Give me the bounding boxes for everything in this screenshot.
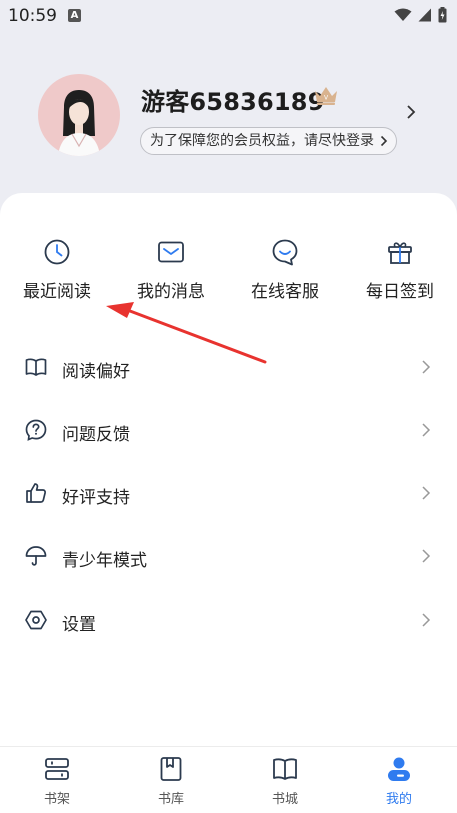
chevron-right-icon xyxy=(422,360,431,374)
gift-icon xyxy=(388,242,412,264)
question-icon xyxy=(25,419,47,441)
mail-icon xyxy=(158,241,184,263)
menu-feedback[interactable]: 问题反馈 xyxy=(0,406,457,456)
chevron-right-icon xyxy=(422,486,431,500)
quick-daily-checkin[interactable]: 每日签到 xyxy=(345,237,455,302)
menu-rating-support[interactable]: 好评支持 xyxy=(0,469,457,519)
username: 游客65836189 xyxy=(141,88,325,116)
menu-label: 阅读偏好 xyxy=(62,362,130,382)
status-bar: 10:59 A xyxy=(0,0,457,34)
battery-icon xyxy=(438,7,447,23)
shelf-icon xyxy=(45,758,69,780)
umbrella-icon xyxy=(25,546,47,566)
settings-icon xyxy=(25,610,47,630)
tab-label: 书架 xyxy=(43,792,70,807)
clock-icon xyxy=(44,239,70,265)
menu-teen-mode[interactable]: 青少年模式 xyxy=(0,532,457,582)
profile-header[interactable]: 游客65836189 V 为了保障您的会员权益，请尽快登录 xyxy=(0,60,457,190)
tab-bookstore[interactable]: 书城 xyxy=(245,755,325,807)
login-prompt-button[interactable]: 为了保障您的会员权益，请尽快登录 xyxy=(140,127,397,155)
wifi-icon xyxy=(394,8,412,21)
signal-icon xyxy=(418,8,431,22)
login-chevron-icon xyxy=(380,135,388,147)
profile-icon xyxy=(388,757,410,781)
thumbs-up-icon xyxy=(26,483,47,503)
avatar[interactable] xyxy=(38,74,120,156)
quick-recent-reading[interactable]: 最近阅读 xyxy=(2,237,112,302)
quick-online-service[interactable]: 在线客服 xyxy=(230,237,340,302)
book-open-icon xyxy=(25,358,47,376)
chevron-right-icon xyxy=(422,549,431,563)
bookstore-icon xyxy=(273,758,297,780)
tab-bookshelf[interactable]: 书架 xyxy=(17,755,97,807)
quick-label: 每日签到 xyxy=(366,282,434,302)
tab-label: 我的 xyxy=(385,792,412,807)
menu-settings[interactable]: 设置 xyxy=(0,596,457,646)
chat-smile-icon xyxy=(272,239,298,266)
login-prompt-text: 为了保障您的会员权益，请尽快登录 xyxy=(150,133,374,149)
chevron-right-icon xyxy=(422,423,431,437)
menu-label: 青少年模式 xyxy=(62,551,147,571)
status-icons xyxy=(394,7,447,23)
menu-label: 设置 xyxy=(62,615,96,635)
status-time: 10:59 xyxy=(8,6,57,26)
library-icon xyxy=(160,757,182,781)
notification-a-icon: A xyxy=(68,9,81,22)
quick-my-messages[interactable]: 我的消息 xyxy=(116,237,226,302)
vip-crown-icon[interactable]: V xyxy=(313,84,339,106)
menu-label: 好评支持 xyxy=(62,488,130,508)
avatar-illustration xyxy=(58,90,100,156)
chevron-right-icon xyxy=(422,613,431,627)
profile-chevron-icon[interactable] xyxy=(406,104,416,120)
tab-label: 书库 xyxy=(157,792,184,807)
tab-mine[interactable]: 我的 xyxy=(359,755,439,807)
menu-reading-preference[interactable]: 阅读偏好 xyxy=(0,343,457,393)
quick-label: 最近阅读 xyxy=(23,282,91,302)
tab-library[interactable]: 书库 xyxy=(131,755,211,807)
bottom-tab-bar: 书架 书库 书城 我的 xyxy=(0,746,457,813)
tab-label: 书城 xyxy=(271,792,298,807)
menu-label: 问题反馈 xyxy=(62,425,130,445)
